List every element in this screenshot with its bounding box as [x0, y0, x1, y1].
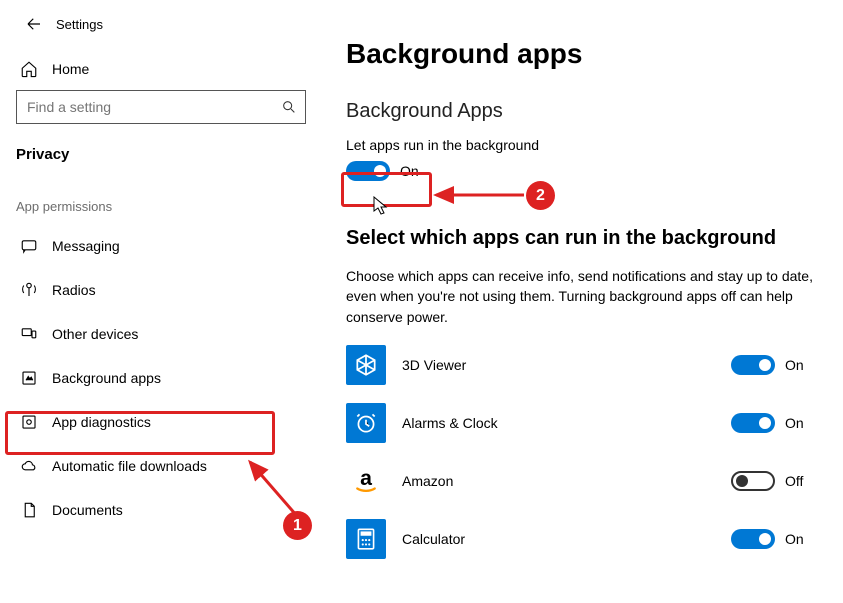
search-icon	[281, 99, 297, 115]
app-toggle-calculator[interactable]	[731, 529, 775, 549]
home-icon	[20, 60, 38, 78]
app-name-label: Alarms & Clock	[402, 415, 731, 431]
category-title: Privacy	[0, 132, 322, 171]
master-toggle[interactable]	[346, 161, 390, 181]
section-heading: Background Apps	[346, 100, 813, 123]
page-title: Background apps	[346, 38, 813, 70]
document-icon	[20, 501, 38, 519]
sidebar-item-label: Background apps	[52, 370, 161, 386]
3dviewer-icon	[346, 345, 386, 385]
sidebar-item-auto-downloads[interactable]: Automatic file downloads	[0, 444, 322, 488]
app-name-label: Amazon	[402, 473, 731, 489]
sidebar-item-label: Documents	[52, 502, 123, 518]
sidebar-item-app-diagnostics[interactable]: App diagnostics	[0, 400, 322, 444]
section-desc: Let apps run in the background	[346, 137, 813, 153]
app-toggle-state: Off	[785, 473, 813, 489]
section2-heading: Select which apps can run in the backgro…	[346, 227, 813, 250]
app-row-alarms: Alarms & Clock On	[346, 403, 813, 443]
calculator-icon	[346, 519, 386, 559]
section2-desc: Choose which apps can receive info, send…	[346, 266, 813, 327]
app-toggle-3dviewer[interactable]	[731, 355, 775, 375]
sidebar-item-radios[interactable]: Radios	[0, 268, 322, 312]
sidebar-item-label: Automatic file downloads	[52, 458, 207, 474]
devices-icon	[20, 325, 38, 343]
arrow-left-icon	[25, 15, 43, 33]
sidebar-item-background-apps[interactable]: Background apps	[0, 356, 322, 400]
sidebar-item-label: App diagnostics	[52, 414, 151, 430]
app-toggle-state: On	[785, 357, 813, 373]
sidebar-item-label: Other devices	[52, 326, 138, 342]
nav-home-label: Home	[52, 61, 89, 77]
radios-icon	[20, 281, 38, 299]
search-box[interactable]	[16, 90, 306, 124]
app-toggle-amazon[interactable]	[731, 471, 775, 491]
svg-text:a: a	[360, 466, 372, 490]
amazon-icon: a	[346, 461, 386, 501]
sidebar-item-other-devices[interactable]: Other devices	[0, 312, 322, 356]
back-button[interactable]	[24, 14, 44, 34]
master-toggle-state: On	[400, 163, 419, 179]
section-label: App permissions	[0, 171, 322, 224]
background-apps-icon	[20, 369, 38, 387]
window-title: Settings	[56, 17, 103, 32]
sidebar-item-messaging[interactable]: Messaging	[0, 224, 322, 268]
app-toggle-alarms[interactable]	[731, 413, 775, 433]
app-name-label: Calculator	[402, 531, 731, 547]
app-toggle-state: On	[785, 415, 813, 431]
diagnostics-icon	[20, 413, 38, 431]
app-row-calculator: Calculator On	[346, 519, 813, 559]
cloud-download-icon	[20, 457, 38, 475]
sidebar-item-label: Messaging	[52, 238, 120, 254]
sidebar: Settings Home Privacy App permissions Me…	[0, 0, 322, 603]
nav-home[interactable]: Home	[0, 40, 322, 90]
main-content: Background apps Background Apps Let apps…	[322, 0, 843, 603]
app-toggle-state: On	[785, 531, 813, 547]
alarms-icon	[346, 403, 386, 443]
app-name-label: 3D Viewer	[402, 357, 731, 373]
sidebar-item-label: Radios	[52, 282, 96, 298]
messaging-icon	[20, 237, 38, 255]
app-row-amazon: a Amazon Off	[346, 461, 813, 501]
search-input[interactable]	[27, 99, 273, 115]
sidebar-item-documents[interactable]: Documents	[0, 488, 322, 532]
app-row-3dviewer: 3D Viewer On	[346, 345, 813, 385]
